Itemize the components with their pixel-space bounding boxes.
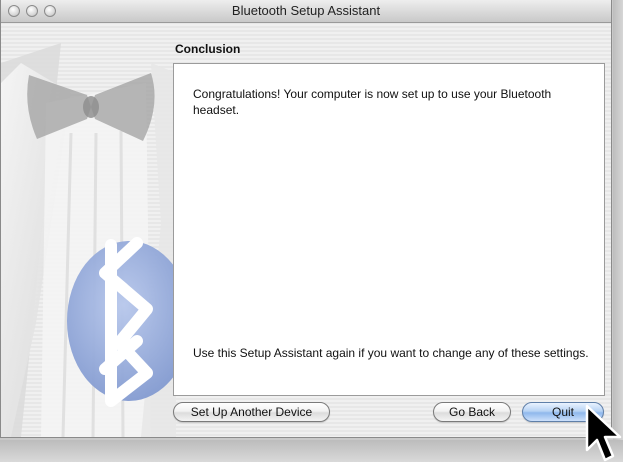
content-panel: Congratulations! Your computer is now se… [173, 63, 605, 396]
title-bar[interactable]: Bluetooth Setup Assistant [1, 0, 611, 23]
conclusion-message: Congratulations! Your computer is now se… [193, 87, 552, 117]
tuxedo-bluetooth-artwork [1, 43, 176, 437]
go-back-button[interactable]: Go Back [433, 402, 511, 422]
arrow-cursor-icon [585, 404, 622, 462]
window-shadow-bottom [0, 440, 623, 462]
setup-assistant-hint: Use this Setup Assistant again if you wa… [193, 346, 589, 360]
set-up-another-device-button[interactable]: Set Up Another Device [173, 402, 330, 422]
window-title: Bluetooth Setup Assistant [231, 3, 381, 18]
window-shadow-right [613, 0, 623, 462]
section-title: Conclusion [175, 42, 241, 56]
setup-assistant-window: Bluetooth Setup Assistant Conclusion Con… [0, 0, 612, 438]
